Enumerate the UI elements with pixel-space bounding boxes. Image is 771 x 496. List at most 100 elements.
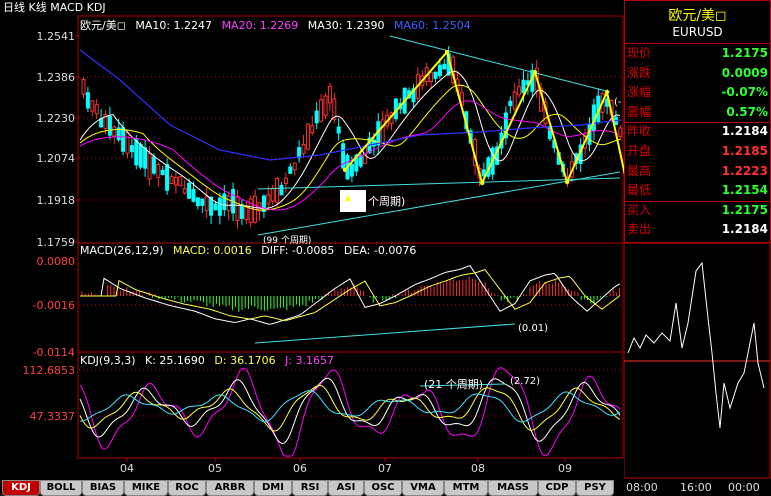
- quote-symbol: EURUSD: [672, 25, 723, 39]
- candle-body: [261, 195, 266, 212]
- quote-row-label: 涨跌: [627, 65, 652, 80]
- candle-body: [204, 196, 209, 212]
- chart-frame: [77, 15, 624, 459]
- tab-psy[interactable]: PSY: [576, 480, 614, 496]
- macd-diff-line: [80, 264, 621, 325]
- tab-dmi[interactable]: DMI: [254, 480, 292, 496]
- candle-body: [512, 91, 517, 110]
- quote-row: 涨跌 0.0009: [625, 64, 771, 83]
- quote-row: 昨收 1.2184: [625, 122, 771, 141]
- chart-canvas[interactable]: 1.2541 1.2386 1.2230 1.2074 1.1918 1.1759 0.00…: [0, 0, 624, 478]
- candle-body: [138, 144, 143, 168]
- candle-body: [213, 203, 218, 211]
- indicator-tabs: KDJ BOLL BIAS MIKE ROC ARBR DMI RSI ASI OSC VMA MTM…: [0, 478, 624, 496]
- candle-body: [226, 195, 231, 212]
- macd-legend-name: MACD(26,12,9): [80, 244, 164, 257]
- tab-cdp[interactable]: CDP: [538, 480, 576, 496]
- macd-legend-macd: MACD: 0.0016: [173, 244, 252, 257]
- candle-body: [301, 144, 306, 155]
- candle-body: [327, 86, 332, 104]
- quote-row-label: 买入: [627, 202, 652, 217]
- x-tick-label: 09: [558, 462, 572, 475]
- price-tick-label: 1.2230: [37, 112, 76, 125]
- candle-body: [200, 198, 205, 206]
- legend-ma20: MA20: 1.2269: [221, 19, 299, 32]
- candle-body: [429, 72, 434, 83]
- quote-row: 买入 1.2175: [625, 201, 771, 220]
- tab-mass[interactable]: MASS: [488, 480, 538, 496]
- tab-rsi[interactable]: RSI: [292, 480, 328, 496]
- tab-roc[interactable]: ROC: [168, 480, 206, 496]
- quote-row-label: 震幅: [627, 104, 652, 119]
- legend-ma10: MA10: 1.2247: [135, 19, 213, 32]
- tab-bias[interactable]: BIAS: [82, 480, 124, 496]
- kdj-legend-name: KDJ(9,3,3): [80, 354, 136, 367]
- candle-body: [433, 71, 438, 79]
- annotation-mark: ▲: [345, 193, 352, 202]
- quote-title: 欧元/美◻: [668, 8, 727, 24]
- quote-row: 开盘 1.2185: [625, 142, 771, 161]
- intraday-chart[interactable]: 08:00 16:00 00:00: [624, 243, 771, 495]
- candle-body: [125, 132, 130, 154]
- annotation-272: (2.72): [510, 376, 541, 387]
- quote-row: 现价 1.2175: [625, 44, 771, 63]
- quote-row: 最低 1.2154: [625, 181, 771, 200]
- candle-body: [129, 145, 134, 153]
- intraday-time-label: 00:00: [728, 481, 760, 494]
- candle-body: [283, 177, 288, 185]
- candle-body: [121, 127, 126, 152]
- quote-row-label: 昨收: [627, 124, 652, 139]
- quote-row: 最高 1.2223: [625, 162, 771, 181]
- quote-row-value: -0.07%: [721, 85, 768, 100]
- quote-panel: 欧元/美◻ EURUSD 现价 1.2175 涨跌 0.0009 涨幅 -0.07% 震幅 0…: [624, 0, 771, 243]
- candle-body: [517, 86, 522, 96]
- macd-tick-label: 0.0080: [37, 255, 76, 268]
- tab-kdj[interactable]: KDJ: [2, 480, 40, 496]
- tab-mtm[interactable]: MTM: [444, 480, 488, 496]
- macd-legend-dea: DEA: -0.0076: [343, 244, 417, 257]
- candle-body: [81, 79, 86, 95]
- wave-point: [343, 168, 347, 172]
- annotation-001: (0.01): [518, 323, 549, 334]
- candle-body: [292, 162, 297, 171]
- quote-row-value: 0.57%: [726, 104, 768, 119]
- kdj-legend: KDJ(9,3,3) K: 25.1690 D: 36.1706 J: 3.16…: [80, 354, 340, 367]
- candle-body: [182, 188, 187, 194]
- x-tick-label: 08: [471, 462, 485, 475]
- candle-body: [297, 147, 302, 159]
- annotation-edge: (-: [614, 97, 622, 108]
- quote-row-label: 现价: [627, 46, 652, 60]
- candle-body: [310, 125, 315, 134]
- candle-body: [323, 95, 328, 117]
- candle-body: [266, 194, 271, 205]
- candle-body: [235, 195, 240, 221]
- candle-body: [151, 156, 156, 174]
- wave-point: [565, 180, 569, 184]
- tab-osc[interactable]: OSC: [364, 480, 402, 496]
- tab-asi[interactable]: ASI: [328, 480, 364, 496]
- legend-ma30: MA30: 1.2390: [307, 19, 385, 32]
- legend-ma60: MA60: 1.2504: [394, 19, 471, 32]
- price-tick-label: 1.1759: [37, 236, 76, 249]
- candle-body: [134, 139, 139, 166]
- candle-body: [442, 63, 447, 70]
- quote-row-label: 涨幅: [627, 85, 652, 100]
- candle-body: [270, 187, 275, 202]
- macd-legend: MACD(26,12,9) MACD: 0.0016 DIFF: -0.0085…: [80, 244, 422, 257]
- macd-tick-label: -0.0016: [33, 299, 75, 312]
- quote-row-label: 卖出: [627, 222, 652, 237]
- candle-body: [169, 176, 174, 185]
- x-tick-label: 06: [293, 462, 307, 475]
- candle-body: [521, 79, 526, 94]
- candle-body: [314, 110, 319, 124]
- candle-body: [99, 118, 104, 128]
- candle-body: [279, 184, 284, 196]
- wave-point: [445, 50, 449, 54]
- tab-boll[interactable]: BOLL: [40, 480, 82, 496]
- wave-point: [480, 181, 484, 185]
- annotation-21-cycle: (21 个周期): [424, 378, 484, 391]
- tab-vma[interactable]: VMA: [402, 480, 444, 496]
- quote-row-value: 0.0009: [721, 65, 768, 80]
- tab-arbr[interactable]: ARBR: [206, 480, 254, 496]
- tab-mike[interactable]: MIKE: [124, 480, 168, 496]
